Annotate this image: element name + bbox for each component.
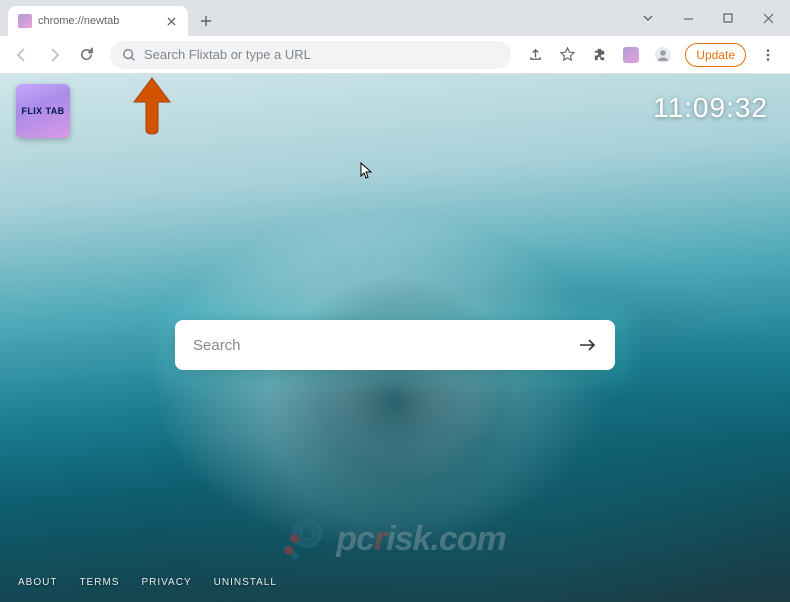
forward-button[interactable] xyxy=(40,41,68,69)
minimize-icon[interactable] xyxy=(672,4,704,32)
page-search-input[interactable] xyxy=(193,337,579,354)
pcrisk-watermark: pcrisk.com xyxy=(284,516,506,562)
page-viewport: FLIX TAB 11:09:32 pcrisk.com ABOUT TERMS… xyxy=(0,74,790,602)
window-controls xyxy=(632,0,784,36)
flixtab-extension-icon[interactable] xyxy=(617,41,645,69)
back-button[interactable] xyxy=(8,41,36,69)
maximize-icon[interactable] xyxy=(712,4,744,32)
search-icon xyxy=(122,48,136,62)
extensions-icon[interactable] xyxy=(585,41,613,69)
watermark-text: pcrisk.com xyxy=(336,520,506,559)
profile-icon[interactable] xyxy=(649,41,677,69)
magnifier-icon xyxy=(284,516,330,562)
browser-titlebar: chrome://newtab xyxy=(0,0,790,36)
share-icon[interactable] xyxy=(521,41,549,69)
arrow-right-icon[interactable] xyxy=(579,338,597,352)
omnibox-input[interactable] xyxy=(144,47,499,62)
bookmark-icon[interactable] xyxy=(553,41,581,69)
flixtab-tile-label: FLIX TAB xyxy=(21,107,64,116)
pointer-arrow-annotation xyxy=(130,76,174,136)
close-icon[interactable] xyxy=(164,14,178,28)
tab-favicon xyxy=(18,14,32,28)
chevron-down-icon[interactable] xyxy=(632,4,664,32)
omnibox[interactable] xyxy=(110,41,511,69)
clock-display: 11:09:32 xyxy=(653,92,768,124)
update-button[interactable]: Update xyxy=(685,43,746,67)
footer-uninstall[interactable]: UNINSTALL xyxy=(214,577,277,588)
flixtab-tile[interactable]: FLIX TAB xyxy=(16,84,70,138)
tab-title: chrome://newtab xyxy=(38,15,119,27)
close-window-icon[interactable] xyxy=(752,4,784,32)
menu-icon[interactable] xyxy=(754,41,782,69)
search-box[interactable] xyxy=(175,320,615,370)
footer-privacy[interactable]: PRIVACY xyxy=(141,577,191,588)
new-tab-button[interactable] xyxy=(194,9,218,33)
browser-tab[interactable]: chrome://newtab xyxy=(8,6,188,36)
footer-terms[interactable]: TERMS xyxy=(79,577,119,588)
page-search xyxy=(175,320,615,370)
footer-about[interactable]: ABOUT xyxy=(18,577,57,588)
footer-nav: ABOUT TERMS PRIVACY UNINSTALL xyxy=(18,577,277,588)
browser-toolbar: Update xyxy=(0,36,790,74)
reload-button[interactable] xyxy=(72,41,100,69)
